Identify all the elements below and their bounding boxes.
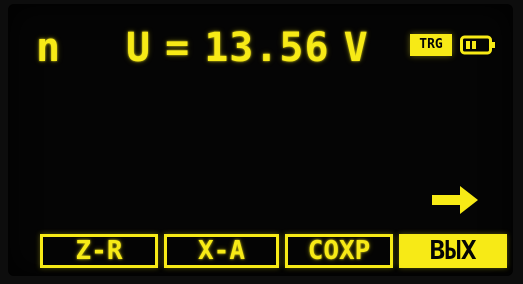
softkey-x-a[interactable]: X-A xyxy=(164,234,279,268)
battery-icon xyxy=(460,35,495,55)
trigger-badge: TRG xyxy=(410,34,452,56)
softkey-exit[interactable]: ВЫХ xyxy=(399,234,507,268)
softkey-bar: Z-R X-A СОХР ВЫХ xyxy=(40,234,508,272)
voltage-value: 13.56 xyxy=(204,25,330,71)
mode-indicator: n xyxy=(36,25,61,71)
voltage-equals: = xyxy=(165,25,191,71)
arrow-right-icon xyxy=(432,186,478,214)
softkey-z-r[interactable]: Z-R xyxy=(40,234,158,268)
lcd-screen: n U = 13.56 V TRG Z-R X-A СОХР ВЫХ xyxy=(8,4,513,276)
voltage-symbol: U xyxy=(126,25,152,71)
voltage-readout: U = 13.56 V xyxy=(126,26,369,70)
device-bezel: n U = 13.56 V TRG Z-R X-A СОХР ВЫХ xyxy=(0,0,523,284)
voltage-unit: V xyxy=(343,25,369,71)
softkey-save[interactable]: СОХР xyxy=(285,234,393,268)
